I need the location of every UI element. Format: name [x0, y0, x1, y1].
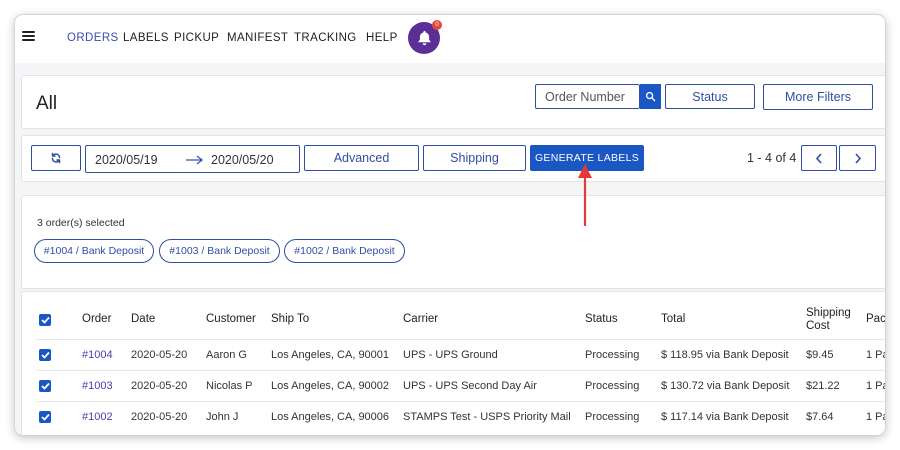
selection-card: 3 order(s) selected #1004 / Bank Deposit…: [21, 195, 885, 289]
customer-name: Aaron G: [206, 349, 247, 361]
shipping-cost: $7.64: [806, 411, 834, 423]
checkmark-icon: [40, 316, 50, 324]
order-date: 2020-05-20: [131, 380, 188, 392]
selected-count: 3 order(s) selected: [37, 217, 125, 229]
advanced-button[interactable]: Advanced: [304, 145, 419, 171]
search-button[interactable]: [640, 84, 661, 109]
order-link[interactable]: #1002: [82, 411, 113, 423]
selected-order-chip[interactable]: #1003 / Bank Deposit: [159, 239, 280, 263]
column-header-date[interactable]: Date: [131, 313, 155, 325]
selected-order-chip[interactable]: #1004 / Bank Deposit: [34, 239, 154, 263]
nav-labels[interactable]: LABELS: [123, 32, 169, 44]
customer-name: John J: [206, 411, 239, 423]
order-date: 2020-05-20: [131, 349, 188, 361]
bell-icon: [417, 30, 431, 46]
nav-manifest[interactable]: MANIFEST: [227, 32, 288, 44]
orders-table: Order Date Customer Ship To Carrier Stat…: [21, 291, 885, 435]
row-checkbox[interactable]: [39, 349, 51, 361]
row-divider: [37, 370, 885, 371]
checkmark-icon: [40, 413, 50, 421]
checkmark-icon: [40, 382, 50, 390]
package-count: 1 Pa: [866, 380, 885, 392]
hamburger-icon[interactable]: [22, 31, 35, 41]
shipping-cost: $9.45: [806, 349, 834, 361]
nav-help[interactable]: HELP: [366, 32, 398, 44]
column-header-package[interactable]: Pac: [866, 313, 885, 325]
page-title: All: [36, 93, 58, 114]
ship-to: Los Angeles, CA, 90002: [271, 380, 390, 392]
annotation-arrow-icon: [578, 164, 592, 226]
carrier: STAMPS Test - USPS Priority Mail: [403, 411, 571, 423]
chevron-left-icon: [815, 152, 822, 164]
order-status: Processing: [585, 380, 640, 392]
column-header-carrier[interactable]: Carrier: [403, 313, 438, 325]
next-page-button[interactable]: [839, 145, 876, 171]
refresh-icon: [51, 152, 61, 164]
more-filters-button[interactable]: More Filters: [763, 84, 873, 110]
pagination-count: 1 - 4 of 4: [747, 151, 797, 165]
refresh-button[interactable]: [31, 145, 81, 171]
order-date: 2020-05-20: [131, 411, 188, 423]
date-range-picker[interactable]: 2020/05/19 2020/05/20: [85, 145, 300, 173]
arrow-right-icon: [186, 155, 203, 165]
checkmark-icon: [40, 351, 50, 359]
row-checkbox[interactable]: [39, 380, 51, 392]
search-icon: [645, 91, 656, 102]
nav-tracking[interactable]: TRACKING: [294, 32, 357, 44]
order-link[interactable]: #1004: [82, 349, 113, 361]
notification-badge: 0: [432, 20, 442, 30]
order-link[interactable]: #1003: [82, 380, 113, 392]
carrier: UPS - UPS Ground: [403, 349, 498, 361]
order-number-search-input[interactable]: Order Number: [535, 84, 640, 109]
shipping-button[interactable]: Shipping: [423, 145, 526, 171]
status-filter-button[interactable]: Status: [665, 84, 755, 109]
previous-page-button[interactable]: [801, 145, 837, 171]
row-divider: [37, 339, 885, 340]
row-divider: [37, 401, 885, 402]
app-window: ORDERS LABELS PICKUP MANIFEST TRACKING H…: [15, 15, 885, 435]
order-status: Processing: [585, 349, 640, 361]
column-header-order[interactable]: Order: [82, 313, 111, 325]
date-to: 2020/05/20: [211, 153, 274, 167]
column-header-cost[interactable]: Cost: [806, 320, 830, 332]
chevron-right-icon: [854, 152, 861, 164]
ship-to: Los Angeles, CA, 90006: [271, 411, 390, 423]
column-header-ship-to[interactable]: Ship To: [271, 313, 309, 325]
column-header-total[interactable]: Total: [661, 313, 685, 325]
ship-to: Los Angeles, CA, 90001: [271, 349, 390, 361]
package-count: 1 Pa: [866, 349, 885, 361]
carrier: UPS - UPS Second Day Air: [403, 380, 537, 392]
order-total: $ 118.95 via Bank Deposit: [661, 349, 789, 361]
toolbar-card: 2020/05/19 2020/05/20 Advanced Shipping …: [21, 135, 885, 182]
order-total: $ 130.72 via Bank Deposit: [661, 380, 790, 392]
order-status: Processing: [585, 411, 640, 423]
customer-name: Nicolas P: [206, 380, 253, 392]
package-count: 1 Pa: [866, 411, 885, 423]
date-from: 2020/05/19: [95, 153, 158, 167]
column-header-status[interactable]: Status: [585, 313, 618, 325]
row-checkbox[interactable]: [39, 411, 51, 423]
top-nav: ORDERS LABELS PICKUP MANIFEST TRACKING H…: [15, 15, 885, 63]
column-header-customer[interactable]: Customer: [206, 313, 256, 325]
shipping-cost: $21.22: [806, 380, 840, 392]
nav-pickup[interactable]: PICKUP: [174, 32, 219, 44]
selected-order-chip[interactable]: #1002 / Bank Deposit: [284, 239, 405, 263]
column-header-shipping[interactable]: Shipping: [806, 307, 851, 319]
order-total: $ 117.14 via Bank Deposit: [661, 411, 789, 423]
header-card: All Order Number Status More Filters: [21, 75, 885, 129]
nav-orders[interactable]: ORDERS: [67, 32, 119, 44]
select-all-checkbox[interactable]: [39, 314, 51, 326]
